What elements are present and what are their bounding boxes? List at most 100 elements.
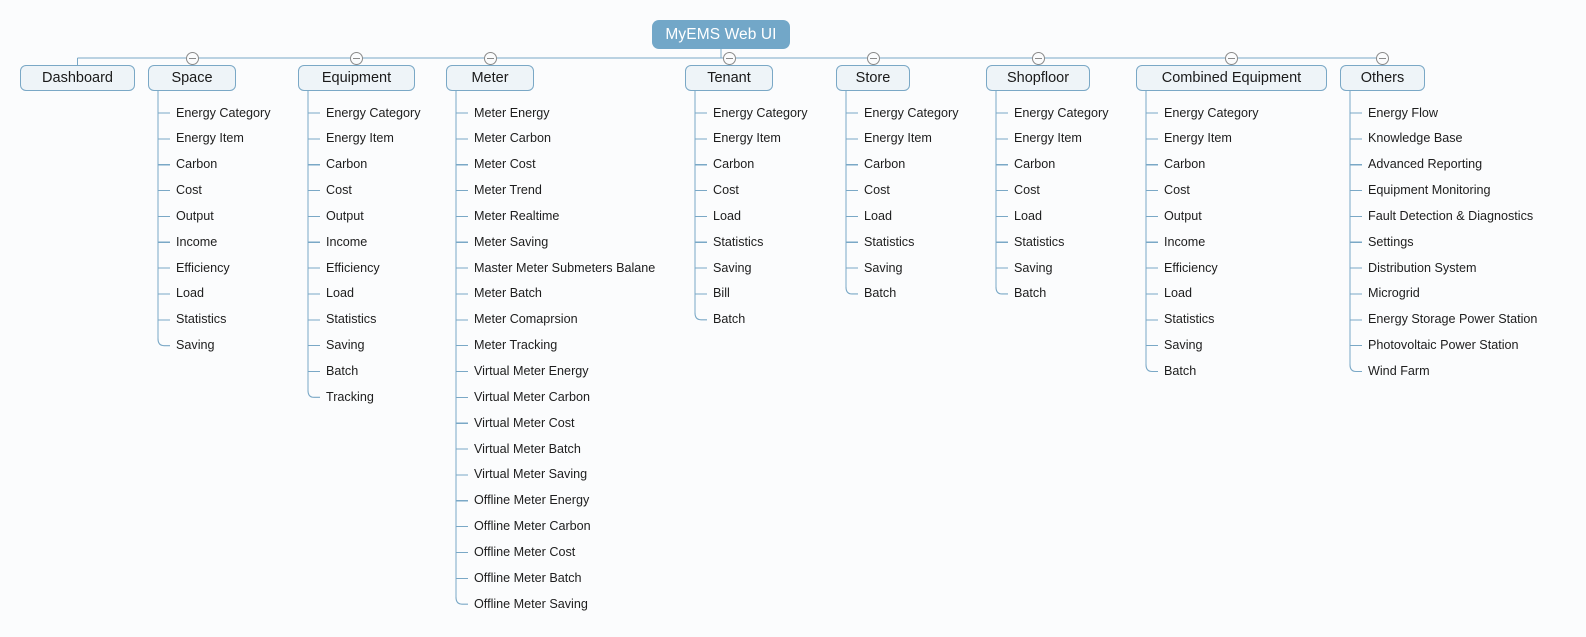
leaf-item[interactable]: Cost <box>1014 184 1040 197</box>
leaf-item[interactable]: Income <box>326 236 367 249</box>
branch-node-equipment[interactable]: Equipment <box>298 65 415 91</box>
leaf-item[interactable]: Saving <box>1164 339 1203 352</box>
leaf-item[interactable]: Carbon <box>326 158 367 171</box>
leaf-item[interactable]: Offline Meter Carbon <box>474 520 591 533</box>
leaf-item[interactable]: Distribution System <box>1368 261 1476 275</box>
leaf-item[interactable]: Batch <box>864 287 896 300</box>
leaf-item[interactable]: Meter Trend <box>474 184 542 197</box>
leaf-item[interactable]: Equipment Monitoring <box>1368 184 1491 197</box>
leaf-item[interactable]: Income <box>176 236 217 249</box>
leaf-item[interactable]: Knowledge Base <box>1368 132 1463 145</box>
leaf-item[interactable]: Load <box>176 287 204 300</box>
leaf-item[interactable]: Saving <box>326 339 365 352</box>
branch-node-others[interactable]: Others <box>1340 65 1425 91</box>
leaf-item[interactable]: Batch <box>713 313 745 326</box>
leaf-item[interactable]: Microgrid <box>1368 287 1420 300</box>
leaf-item[interactable]: Load <box>713 210 741 223</box>
leaf-item[interactable]: Virtual Meter Energy <box>474 365 589 378</box>
leaf-item[interactable]: Statistics <box>326 313 376 326</box>
leaf-item[interactable]: Virtual Meter Saving <box>474 468 587 481</box>
leaf-item[interactable]: Energy Item <box>1164 132 1232 145</box>
leaf-item[interactable]: Load <box>1164 287 1192 300</box>
leaf-item[interactable]: Fault Detection & Diagnostics <box>1368 210 1533 223</box>
leaf-item[interactable]: Statistics <box>176 313 226 326</box>
leaf-item[interactable]: Energy Category <box>864 106 959 120</box>
leaf-item[interactable]: Output <box>326 210 364 223</box>
leaf-item[interactable]: Statistics <box>713 236 763 249</box>
branch-node-space[interactable]: Space <box>148 65 236 91</box>
branch-node-store[interactable]: Store <box>836 65 910 91</box>
leaf-item[interactable]: Load <box>864 210 892 223</box>
leaf-item[interactable]: Saving <box>176 339 215 352</box>
leaf-item[interactable]: Meter Saving <box>474 236 548 249</box>
leaf-item[interactable]: Efficiency <box>326 261 380 275</box>
leaf-item[interactable]: Carbon <box>864 158 905 171</box>
leaf-item[interactable]: Energy Category <box>176 106 271 120</box>
leaf-item[interactable]: Advanced Reporting <box>1368 158 1482 171</box>
leaf-item[interactable]: Saving <box>713 261 752 275</box>
leaf-item[interactable]: Batch <box>1014 287 1046 300</box>
leaf-item[interactable]: Saving <box>1014 261 1053 275</box>
collapse-toggle-others-icon[interactable] <box>1376 51 1389 65</box>
leaf-item[interactable]: Energy Item <box>713 132 781 145</box>
leaf-item[interactable]: Virtual Meter Cost <box>474 417 575 430</box>
leaf-item[interactable]: Offline Meter Cost <box>474 546 575 559</box>
leaf-item[interactable]: Cost <box>176 184 202 197</box>
branch-node-shopfloor[interactable]: Shopfloor <box>986 65 1090 91</box>
leaf-item[interactable]: Carbon <box>176 158 217 171</box>
leaf-item[interactable]: Energy Item <box>864 132 932 145</box>
leaf-item[interactable]: Tracking <box>326 391 374 404</box>
leaf-item[interactable]: Meter Comaprsion <box>474 313 578 326</box>
branch-node-combined-equipment[interactable]: Combined Equipment <box>1136 65 1327 91</box>
leaf-item[interactable]: Efficiency <box>176 261 230 275</box>
leaf-item[interactable]: Energy Category <box>326 106 421 120</box>
leaf-item[interactable]: Statistics <box>864 236 914 249</box>
root-node-myems-web-ui[interactable]: MyEMS Web UI <box>652 20 790 49</box>
leaf-item[interactable]: Meter Energy <box>474 106 550 120</box>
leaf-item[interactable]: Photovoltaic Power Station <box>1368 339 1519 352</box>
leaf-item[interactable]: Virtual Meter Carbon <box>474 391 590 404</box>
collapse-toggle-shopfloor-icon[interactable] <box>1031 51 1045 65</box>
leaf-item[interactable]: Cost <box>326 184 352 197</box>
leaf-item[interactable]: Energy Category <box>713 106 808 120</box>
collapse-toggle-store-icon[interactable] <box>866 51 880 65</box>
branch-node-meter[interactable]: Meter <box>446 65 534 91</box>
leaf-item[interactable]: Efficiency <box>1164 261 1218 275</box>
leaf-item[interactable]: Settings <box>1368 236 1414 249</box>
leaf-item[interactable]: Meter Carbon <box>474 132 551 145</box>
leaf-item[interactable]: Load <box>1014 210 1042 223</box>
leaf-item[interactable]: Cost <box>713 184 739 197</box>
leaf-item[interactable]: Energy Flow <box>1368 106 1438 120</box>
leaf-item[interactable]: Meter Batch <box>474 287 542 300</box>
leaf-item[interactable]: Statistics <box>1014 236 1064 249</box>
leaf-item[interactable]: Output <box>1164 210 1202 223</box>
leaf-item[interactable]: Offline Meter Batch <box>474 572 582 585</box>
leaf-item[interactable]: Energy Category <box>1014 106 1109 120</box>
leaf-item[interactable]: Saving <box>864 261 903 275</box>
leaf-item[interactable]: Energy Item <box>176 132 244 145</box>
leaf-item[interactable]: Energy Category <box>1164 106 1259 120</box>
leaf-item[interactable]: Batch <box>326 365 358 378</box>
leaf-item[interactable]: Statistics <box>1164 313 1214 326</box>
leaf-item[interactable]: Meter Realtime <box>474 210 559 223</box>
leaf-item[interactable]: Master Meter Submeters Balane <box>474 261 655 275</box>
leaf-item[interactable]: Cost <box>1164 184 1190 197</box>
collapse-toggle-space-icon[interactable] <box>185 51 199 65</box>
collapse-toggle-meter-icon[interactable] <box>483 51 497 65</box>
collapse-toggle-equipment-icon[interactable] <box>350 51 363 65</box>
leaf-item[interactable]: Energy Item <box>326 132 394 145</box>
leaf-item[interactable]: Cost <box>864 184 890 197</box>
branch-node-tenant[interactable]: Tenant <box>685 65 773 91</box>
leaf-item[interactable]: Load <box>326 287 354 300</box>
collapse-toggle-combined-equipment-icon[interactable] <box>1225 51 1238 65</box>
leaf-item[interactable]: Carbon <box>1014 158 1055 171</box>
leaf-item[interactable]: Income <box>1164 236 1205 249</box>
leaf-item[interactable]: Output <box>176 210 214 223</box>
leaf-item[interactable]: Carbon <box>713 158 754 171</box>
leaf-item[interactable]: Offline Meter Energy <box>474 494 589 507</box>
leaf-item[interactable]: Wind Farm <box>1368 365 1430 378</box>
branch-node-dashboard[interactable]: Dashboard <box>20 65 135 91</box>
leaf-item[interactable]: Energy Item <box>1014 132 1082 145</box>
leaf-item[interactable]: Carbon <box>1164 158 1205 171</box>
leaf-item[interactable]: Offline Meter Saving <box>474 598 588 611</box>
